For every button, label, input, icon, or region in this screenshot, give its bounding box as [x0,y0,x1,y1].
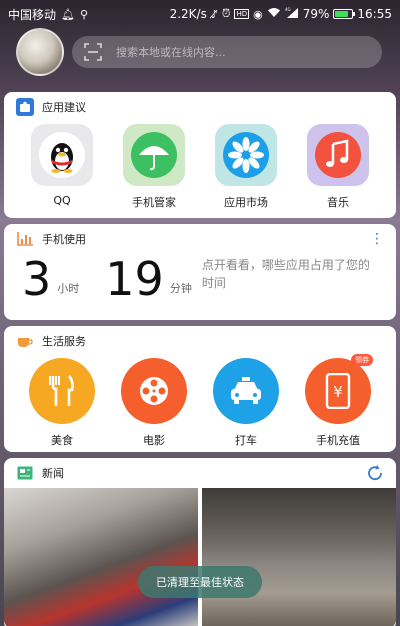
service-movie[interactable]: 电影 [114,358,194,448]
status-bar: 中国移动 🔔︎ ⚲ 2.2K/s ♪̸ ⏰︎ HD ◉ 4G 79% 16:55 [0,0,400,28]
news-header: 新闻 [4,458,396,488]
phone-usage-title: 手机使用 [42,233,86,246]
hd-icon: HD [234,9,250,19]
newspaper-icon [16,464,34,482]
app-market[interactable]: 应用市场 [206,124,286,210]
app-suggest-icon [16,98,34,116]
app-suggest-card: 应用建议 QQ 手机管家 应用市场 音乐 [4,92,396,218]
news-title: 新闻 [42,467,64,480]
coupon-badge: 领券 [351,354,373,366]
app-suggest-header: 应用建议 [4,92,396,122]
refresh-icon[interactable] [366,464,384,482]
usage-hint: 点开看看，哪些应用占用了您的时间 [201,258,370,290]
news-image-building[interactable] [202,488,396,626]
eye-icon: ◉ [253,7,263,21]
usage-hours-unit: 小时 [57,282,80,295]
flower-icon [215,124,277,186]
wifi-icon [267,7,281,21]
bar-chart-icon [16,230,34,248]
app-label: 应用市场 [224,196,268,209]
mute-icon: ♪̸ [210,7,218,21]
app-label: QQ [53,194,71,207]
phone-usage-header: 手机使用 ⋮ [4,224,396,254]
clock: 16:55 [357,7,392,21]
app-label: 音乐 [327,196,349,209]
music-note-icon [307,124,369,186]
avatar[interactable] [16,28,64,76]
usage-hours: 3 [22,252,52,306]
service-taxi[interactable]: 打车 [206,358,286,448]
life-services-card: 生活服务 美食 电影 打车 ¥ 领券 手机充值 [4,326,396,452]
usb-icon: ⚲ [79,7,89,21]
carrier-label: 中国移动 [8,7,57,22]
news-card[interactable]: 新闻 [4,458,396,626]
life-services-header: 生活服务 [4,326,396,356]
search-bar[interactable]: 搜索本地或在线内容... [72,36,382,68]
fork-knife-icon [29,358,95,424]
phone-yuan-icon: ¥ 领券 [305,354,373,424]
cleanup-toast: 已清理至最佳状态 [138,566,262,598]
usage-minutes: 19 [105,252,164,306]
app-phone-manager[interactable]: 手机管家 [114,124,194,210]
battery-percent: 79% [302,7,330,21]
service-label: 电影 [143,434,165,447]
usage-minutes-unit: 分钟 [169,282,192,295]
svg-text:4G: 4G [285,7,291,12]
service-label: 打车 [235,434,257,447]
service-food[interactable]: 美食 [22,358,102,448]
umbrella-icon [123,124,185,186]
bell-icon: 🔔︎ [61,7,75,21]
taxi-icon [213,358,279,424]
search-placeholder: 搜索本地或在线内容... [116,46,226,59]
app-suggest-title: 应用建议 [42,101,86,114]
news-image-street[interactable] [4,488,198,626]
signal-icon: 4G [285,7,299,21]
more-vertical-icon[interactable]: ⋮ [370,232,384,246]
life-services-title: 生活服务 [42,335,86,348]
scan-icon[interactable] [84,43,102,61]
service-recharge[interactable]: ¥ 领券 手机充值 [298,354,378,448]
service-label: 手机充值 [316,434,360,447]
alarm-icon: ⏰︎ [221,7,231,20]
app-music[interactable]: 音乐 [298,124,378,210]
service-label: 美食 [51,434,73,447]
svg-text:¥: ¥ [333,383,343,401]
phone-usage-card[interactable]: 手机使用 ⋮ 3 小时 19 分钟 点开看看，哪些应用占用了您的时间 [4,224,396,320]
app-qq[interactable]: QQ [22,124,102,210]
net-speed: 2.2K/s [169,7,207,21]
battery-icon [333,9,356,19]
film-reel-icon [121,358,187,424]
qq-penguin-icon [31,124,93,186]
coffee-cup-icon [16,332,34,350]
app-label: 手机管家 [132,196,176,209]
